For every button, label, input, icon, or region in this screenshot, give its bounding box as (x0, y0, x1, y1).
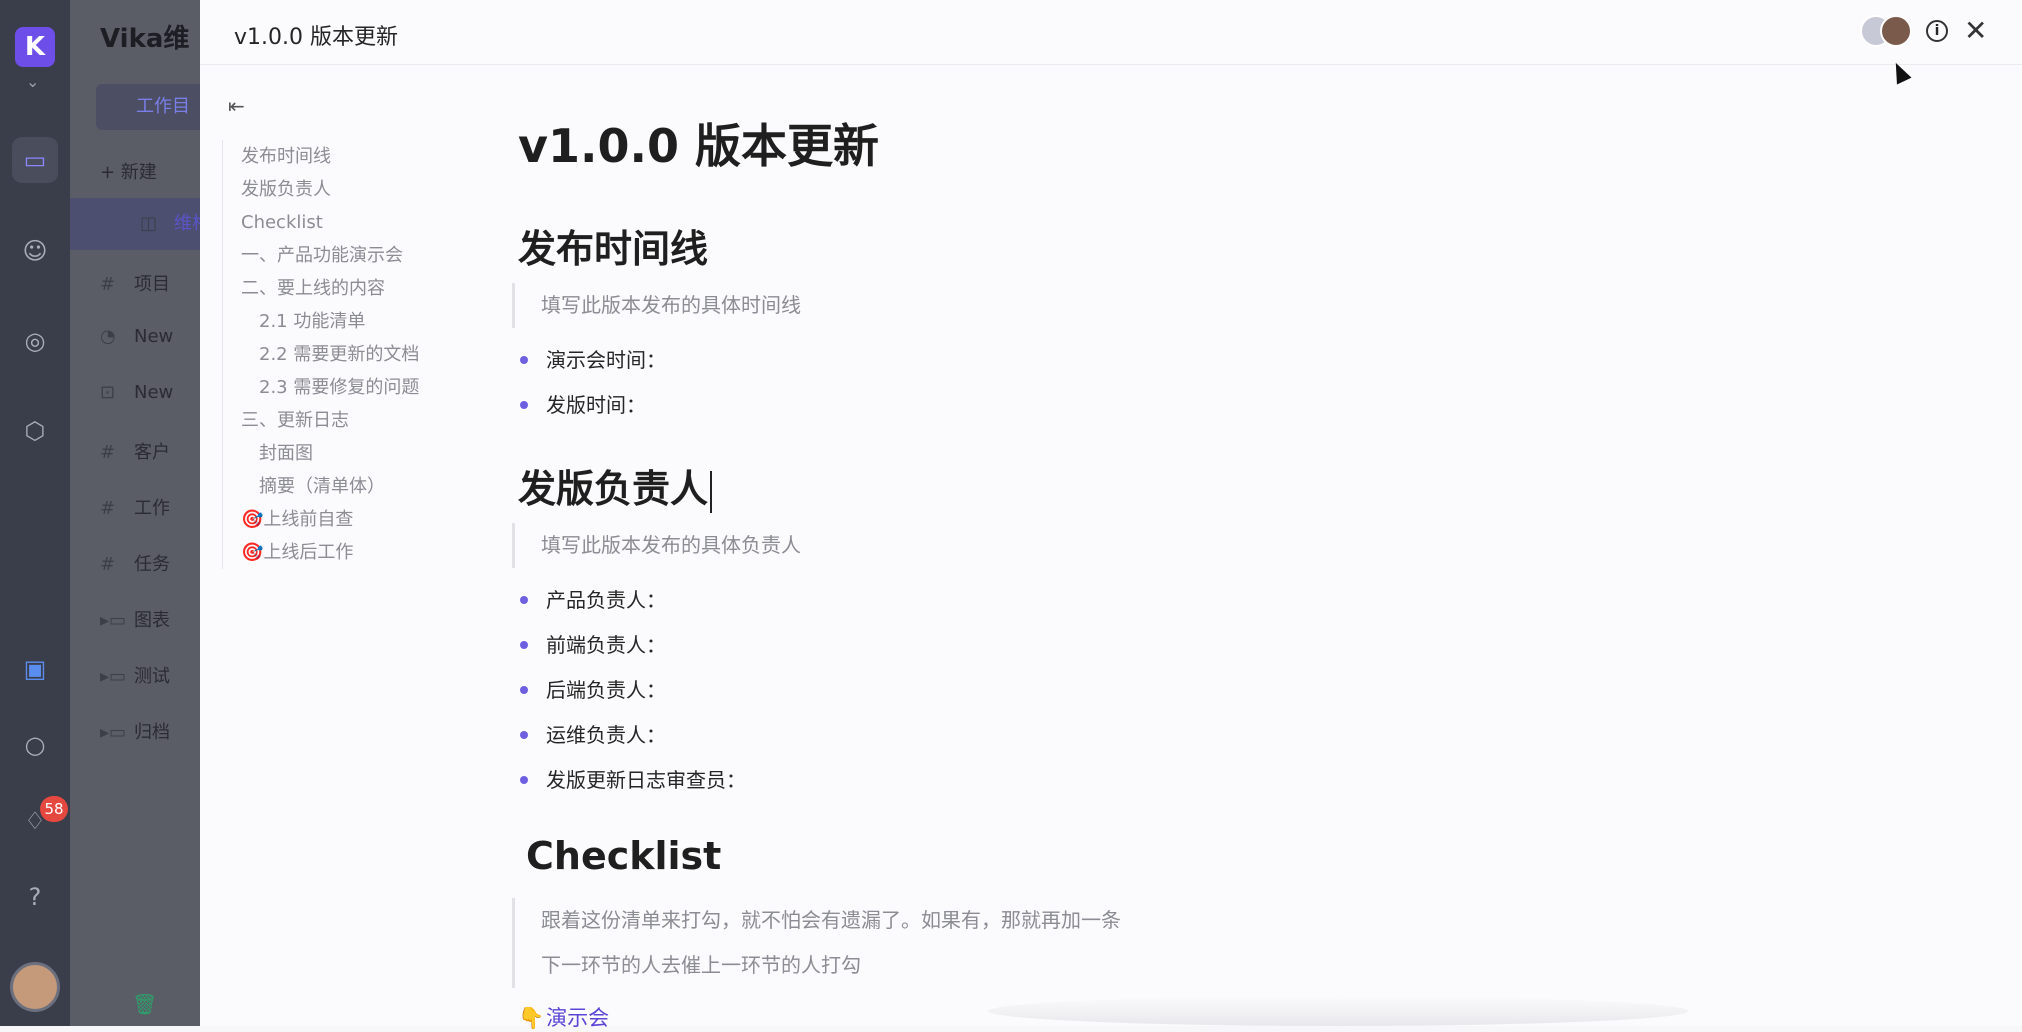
board-icon: ◫ (140, 213, 158, 234)
info-icon[interactable]: i (1926, 20, 1948, 42)
list-item[interactable]: 演示会时间： (518, 344, 666, 373)
quote-line: 跟着这份清单来打勾，就不怕会有遗漏了。如果有，那就再加一条 (541, 908, 1121, 932)
quote-line: 下一环节的人去催上一环节的人打勾 (541, 953, 861, 977)
bullet-dot (520, 641, 528, 649)
workbench-icon[interactable]: ▭ (12, 137, 58, 183)
blockquote[interactable]: 填写此版本发布的具体负责人 (512, 523, 1412, 568)
app-rail: K ⌄ ▭ ☺ ◎ ⬡ ▣ ○ ♢ 58 ? (0, 0, 70, 1026)
folder-icon: ▸▭ (100, 610, 127, 631)
workspace-sidebar: Vika维 工作目 + 新建 ◫维格 #项目 ◔New ⊡New #客户 #工作… (70, 0, 206, 1026)
user-avatar[interactable] (10, 962, 60, 1012)
scroll-shadow (988, 996, 1688, 1026)
bullet-dot (520, 731, 528, 739)
toc-item[interactable]: 🎯上线前自查 (223, 503, 419, 536)
folder-icon: ▸▭ (100, 722, 127, 743)
list-item[interactable]: 运维负责人： (518, 719, 666, 748)
toc-item[interactable]: 二、要上线的内容 (223, 272, 419, 305)
toc-item[interactable]: 2.3 需要修复的问题 (223, 371, 419, 404)
bullet-dot (520, 356, 528, 364)
hash-icon: # (100, 442, 116, 463)
list-item[interactable]: 产品负责人： (518, 584, 666, 613)
folder-icon: ▸▭ (100, 666, 127, 687)
text-caret (710, 470, 713, 513)
toc-collapse-icon[interactable]: ⇤ (228, 94, 245, 118)
list-item[interactable]: 前端负责人： (518, 629, 666, 658)
section-heading[interactable]: 发布时间线 (518, 218, 708, 273)
document-panel: v1.0.0 版本更新 i ✕ ⇤ 发布时间线 发版负责人 Checklist … (200, 0, 2022, 1030)
hash-icon: # (100, 498, 116, 519)
section-heading[interactable]: Checklist (526, 834, 721, 878)
new-node-button[interactable]: + 新建 (100, 158, 210, 184)
blockquote[interactable]: 填写此版本发布的具体时间线 (512, 283, 1412, 328)
toc-item[interactable]: 三、更新日志 (223, 404, 419, 437)
toc-item[interactable]: 发版负责人 (223, 173, 419, 206)
sidebar-item[interactable]: ⊡ New (100, 382, 210, 403)
sidebar-item[interactable]: ▸▭ 归档 (100, 718, 210, 744)
section-link[interactable]: 👇演示会 (518, 1002, 609, 1032)
list-item[interactable]: 后端负责人： (518, 674, 666, 703)
search-icon[interactable]: ○ (20, 730, 50, 760)
chat-icon[interactable]: ▣ (20, 654, 50, 684)
toc-item[interactable]: 摘要（清单体） (223, 470, 419, 503)
members-icon[interactable]: ☺ (20, 236, 50, 266)
sidebar-item[interactable]: ◫维格 (70, 198, 200, 250)
toc-item[interactable]: 发布时间线 (223, 140, 419, 173)
workspace-title: Vika维 (100, 24, 190, 54)
list-item[interactable]: 发版更新日志审查员： (518, 764, 746, 793)
hash-icon: # (100, 554, 116, 575)
sidebar-item[interactable]: # 任务 (100, 550, 210, 576)
bullet-dot (520, 401, 528, 409)
tab-catalog[interactable]: 工作目 (96, 84, 206, 130)
toc-item[interactable]: 2.1 功能清单 (223, 305, 419, 338)
robot-icon: ⊡ (100, 382, 116, 403)
list-item[interactable]: 发版时间： (518, 389, 646, 418)
hash-icon: # (100, 274, 116, 295)
table-of-contents: 发布时间线 发版负责人 Checklist 一、产品功能演示会 二、要上线的内容… (222, 140, 419, 569)
panel-header: v1.0.0 版本更新 i ✕ (200, 0, 2022, 65)
sidebar-item[interactable]: # 工作 (100, 494, 210, 520)
section-heading[interactable]: 发版负责人 (518, 458, 713, 513)
toc-item[interactable]: Checklist (223, 206, 419, 239)
bullet-dot (520, 776, 528, 784)
sidebar-item[interactable]: # 客户 (100, 438, 210, 464)
sidebar-item[interactable]: # 项目 (100, 270, 210, 296)
toc-item[interactable]: 封面图 (223, 437, 419, 470)
panel-title: v1.0.0 版本更新 (234, 25, 398, 50)
planet-icon[interactable]: ◎ (20, 326, 50, 356)
toc-item[interactable]: 2.2 需要更新的文档 (223, 338, 419, 371)
trash-icon[interactable]: 🗑 (132, 992, 157, 1016)
notification-badge: 58 (40, 796, 68, 822)
gauge-icon: ◔ (100, 326, 116, 347)
pointing-hand-icon: 👇 (518, 1006, 545, 1030)
bullet-dot (520, 686, 528, 694)
sidebar-item[interactable]: ▸▭ 图表 (100, 606, 210, 632)
blockquote[interactable]: 跟着这份清单来打勾，就不怕会有遗漏了。如果有，那就再加一条 下一环节的人去催上一… (512, 898, 1412, 988)
toc-item[interactable]: 🎯上线后工作 (223, 536, 419, 569)
bullet-dot (520, 596, 528, 604)
sidebar-item[interactable]: ▸▭ 测试 (100, 662, 210, 688)
sidebar-item[interactable]: ◔ New (100, 326, 210, 347)
help-icon[interactable]: ? (20, 882, 50, 912)
chevron-down-icon[interactable]: ⌄ (26, 72, 39, 91)
vika-logo[interactable]: K (15, 27, 55, 67)
document-title[interactable]: v1.0.0 版本更新 (518, 110, 879, 176)
settings-icon[interactable]: ⬡ (20, 416, 50, 446)
close-icon[interactable]: ✕ (1964, 14, 1987, 47)
collaborator-avatar[interactable] (1880, 15, 1912, 47)
toc-item[interactable]: 一、产品功能演示会 (223, 239, 419, 272)
